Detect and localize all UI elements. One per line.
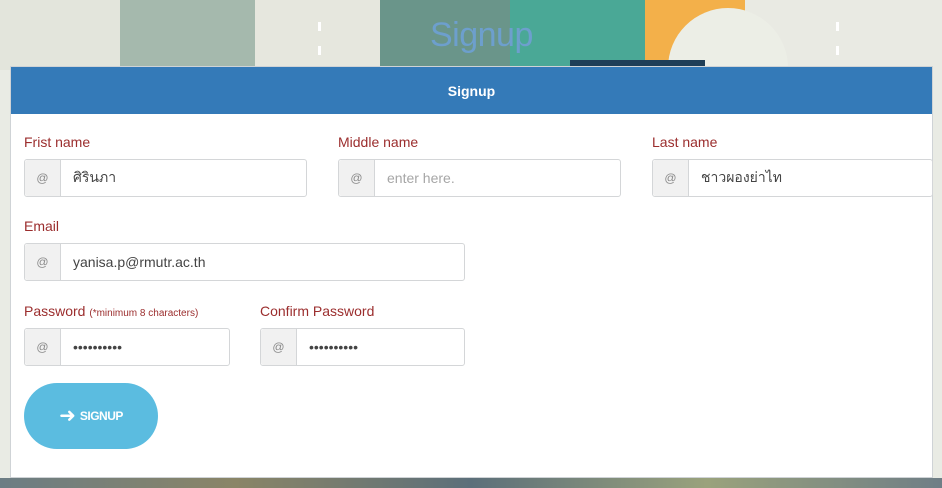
- first-name-input[interactable]: [61, 160, 306, 196]
- at-icon: @: [25, 244, 61, 280]
- at-icon: @: [261, 329, 297, 365]
- bg-dash: [836, 46, 839, 55]
- at-icon: @: [339, 160, 375, 196]
- password-requirement-note: (*minimum 8 characters): [89, 308, 199, 319]
- confirm-password-label: Confirm Password: [260, 303, 375, 319]
- email-label: Email: [24, 218, 60, 234]
- at-icon: @: [653, 160, 689, 196]
- background-title: Signup: [430, 16, 533, 54]
- email-field: @: [24, 243, 465, 281]
- bg-tile: [0, 0, 120, 70]
- bg-dash: [836, 22, 839, 31]
- bg-dash: [318, 46, 321, 55]
- sign-in-icon: ➜: [59, 405, 76, 427]
- last-name-input[interactable]: [689, 160, 932, 196]
- last-name-field: @: [652, 159, 933, 197]
- middle-name-label: Middle name: [338, 134, 419, 150]
- password-label: Password (*minimum 8 characters): [24, 303, 198, 319]
- signup-button[interactable]: ➜ SIGNUP: [24, 383, 158, 449]
- middle-name-field: @: [338, 159, 621, 197]
- password-label-text: Password: [24, 303, 86, 319]
- middle-name-input[interactable]: [375, 160, 620, 196]
- bg-tile: [255, 0, 380, 70]
- first-name-field: @: [24, 159, 307, 197]
- confirm-password-input[interactable]: [297, 329, 464, 365]
- first-name-label: Frist name: [24, 134, 91, 150]
- signup-button-label: SIGNUP: [79, 409, 124, 423]
- password-input[interactable]: [61, 329, 229, 365]
- bg-dash: [318, 22, 321, 31]
- confirm-password-field: @: [260, 328, 465, 366]
- bg-bottom-band: [0, 478, 942, 488]
- bg-tile: [120, 0, 255, 70]
- panel-heading: Signup: [11, 67, 932, 114]
- email-input[interactable]: [61, 244, 464, 280]
- at-icon: @: [25, 160, 61, 196]
- at-icon: @: [25, 329, 61, 365]
- last-name-label: Last name: [652, 134, 718, 150]
- password-field: @: [24, 328, 230, 366]
